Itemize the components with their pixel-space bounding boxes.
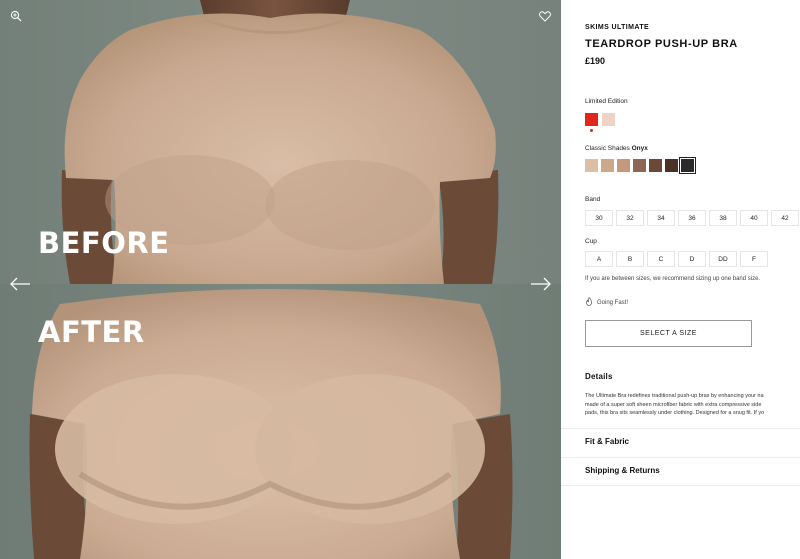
cup-size-option[interactable]: F (740, 251, 768, 267)
arrow-left-icon[interactable] (6, 274, 34, 294)
size-hint: If you are between sizes, we recommend s… (585, 276, 761, 282)
before-label: BEFORE (38, 226, 170, 260)
band-size-option[interactable]: 34 (647, 210, 675, 226)
band-size-option[interactable]: 36 (678, 210, 706, 226)
classic-shades-title: Classic Shades (585, 145, 630, 152)
classic-shades-swatches (585, 157, 696, 174)
band-size-option[interactable]: 30 (585, 210, 613, 226)
zoom-icon[interactable] (8, 8, 24, 24)
band-size-option[interactable]: 40 (740, 210, 768, 226)
limited-edition-label: Limited Edition (585, 98, 628, 105)
classic-color-swatch[interactable] (585, 159, 598, 172)
stock-status: Going Fast! (585, 296, 629, 308)
after-label: AFTER (38, 315, 145, 349)
stock-status-text: Going Fast! (597, 299, 629, 306)
classic-color-swatch[interactable] (601, 159, 614, 172)
details-line: The Ultimate Bra redefines traditional p… (585, 393, 764, 399)
selected-shade-name: Onyx (631, 145, 648, 152)
classic-color-swatch[interactable] (679, 157, 696, 174)
limited-edition-swatches (585, 113, 615, 132)
band-label: Band (585, 196, 601, 203)
after-image: AFTER (0, 284, 561, 559)
product-info-panel: SKIMS ULTIMATE TEARDROP PUSH-UP BRA £190… (561, 0, 800, 559)
details-title[interactable]: Details (585, 372, 613, 381)
details-line: pads, this bra sits seamlessly under clo… (585, 410, 765, 416)
classic-color-swatch[interactable] (649, 159, 662, 172)
classic-color-swatch[interactable] (665, 159, 678, 172)
product-title: TEARDROP PUSH-UP BRA (585, 38, 738, 50)
fire-icon (585, 296, 593, 308)
divider (561, 428, 800, 429)
details-line: made of a super soft sheen microfiber fa… (585, 401, 762, 408)
product-image-gallery[interactable]: BEFORE AFTER (0, 0, 561, 559)
band-size-option[interactable]: 32 (616, 210, 644, 226)
shipping-returns-accordion[interactable]: Shipping & Returns (585, 466, 660, 475)
cup-size-options: A B C D DD F (585, 251, 768, 267)
cup-size-option[interactable]: C (647, 251, 675, 267)
heart-icon[interactable] (537, 8, 553, 24)
product-price: £190 (585, 56, 606, 66)
divider (561, 457, 800, 458)
band-size-option[interactable]: 42 (771, 210, 799, 226)
cup-size-option[interactable]: D (678, 251, 706, 267)
before-image: BEFORE (0, 0, 561, 284)
select-size-button[interactable]: SELECT A SIZE (585, 320, 752, 347)
arrow-right-icon[interactable] (527, 274, 555, 294)
limited-color-swatch[interactable] (602, 113, 615, 126)
cup-size-option[interactable]: A (585, 251, 613, 267)
classic-color-swatch[interactable] (633, 159, 646, 172)
details-description: The Ultimate Bra redefines traditional p… (585, 392, 800, 418)
cup-label: Cup (585, 238, 597, 245)
band-size-options: 30 32 34 36 38 40 42 (585, 210, 799, 226)
classic-shades-label: Classic Shades Onyx (585, 145, 648, 152)
limited-color-swatch[interactable] (585, 113, 598, 132)
divider (561, 485, 800, 486)
selected-indicator (590, 129, 593, 132)
cup-size-option[interactable]: DD (709, 251, 737, 267)
classic-color-swatch[interactable] (617, 159, 630, 172)
brand-label: SKIMS ULTIMATE (585, 24, 650, 31)
band-size-option[interactable]: 38 (709, 210, 737, 226)
cup-size-option[interactable]: B (616, 251, 644, 267)
fit-fabric-accordion[interactable]: Fit & Fabric (585, 437, 629, 446)
